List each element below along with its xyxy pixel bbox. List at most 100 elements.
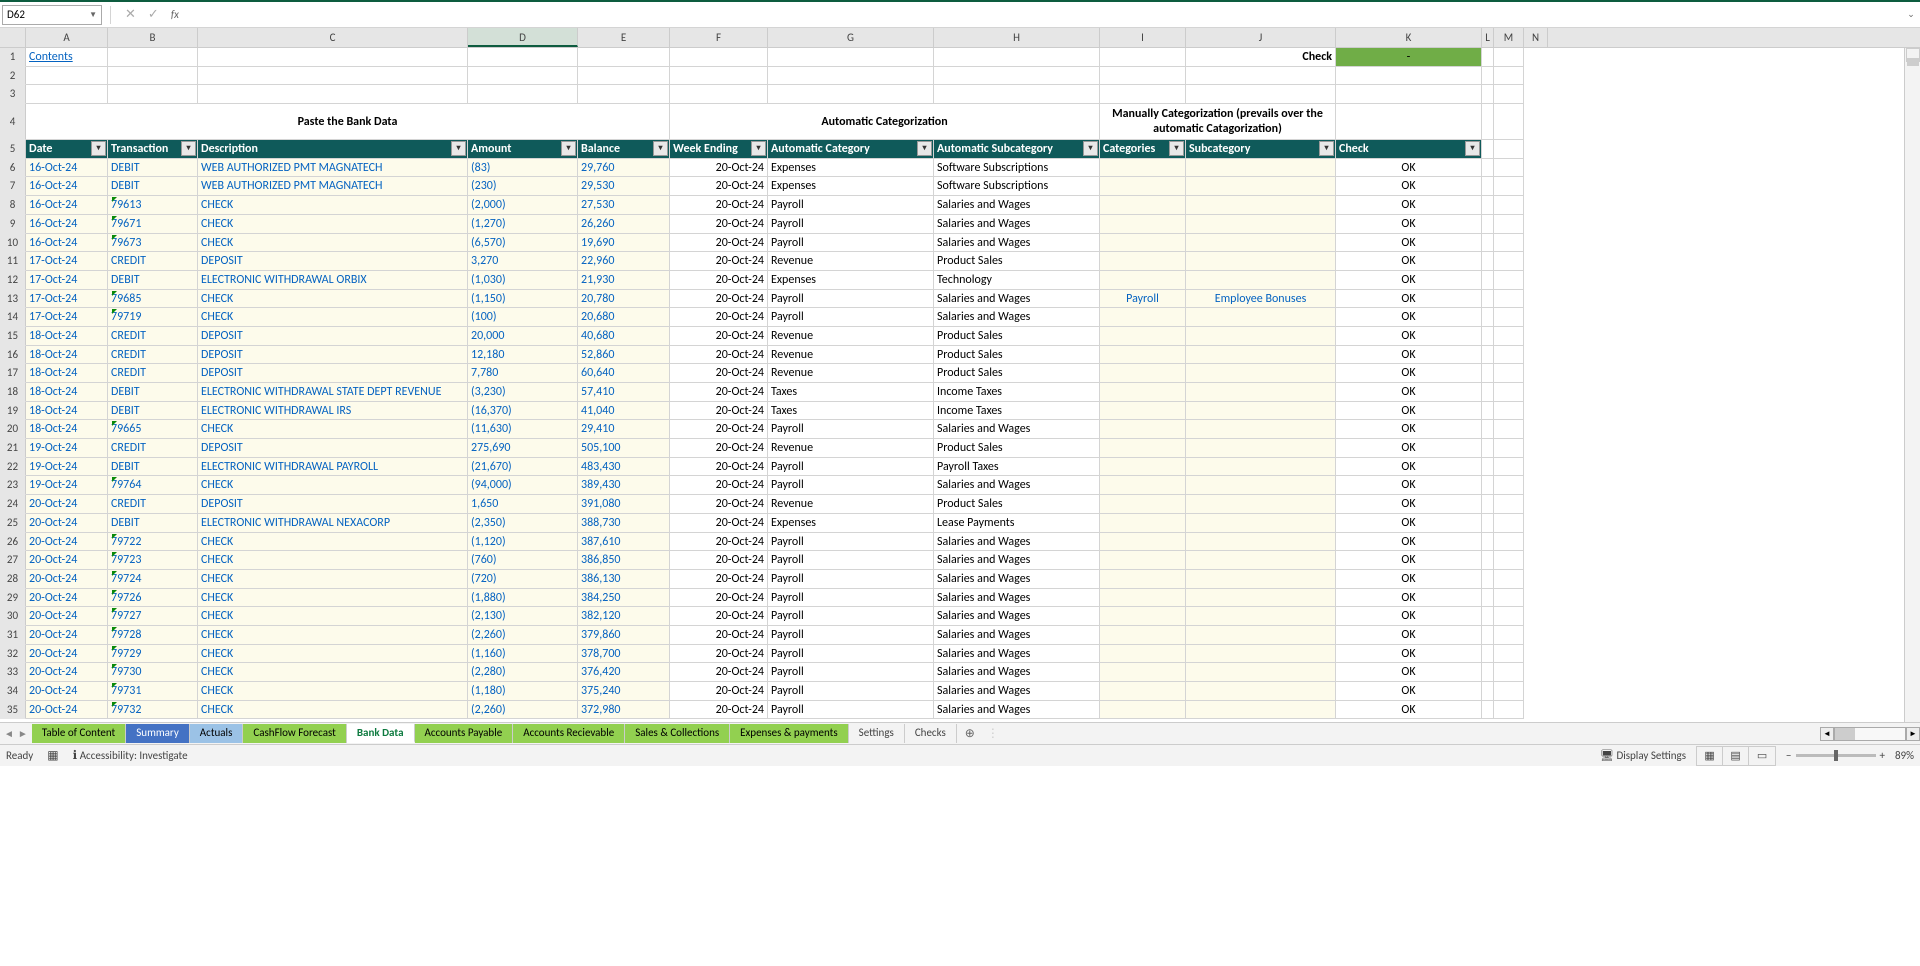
cell-man-sub[interactable] [1186,589,1336,608]
row-header[interactable]: 22 [0,458,26,477]
cell-date[interactable]: 16-Oct-24 [26,196,108,215]
cell-check[interactable]: OK [1336,551,1482,570]
cell-date[interactable]: 20-Oct-24 [26,663,108,682]
cell-check[interactable]: OK [1336,495,1482,514]
cell-man-cat[interactable] [1100,327,1186,346]
cell-desc[interactable]: CHECK [198,589,468,608]
cell-amount[interactable]: 1,650 [468,495,578,514]
cell-man-sub[interactable] [1186,663,1336,682]
filter-icon[interactable]: ▾ [561,141,576,156]
cell-man-cat[interactable] [1100,271,1186,290]
filter-icon[interactable]: ▾ [1083,141,1098,156]
cell[interactable] [1494,570,1524,589]
hscroll-track[interactable] [1834,727,1906,741]
cell-amount[interactable]: (2,280) [468,663,578,682]
cell-man-cat[interactable] [1100,663,1186,682]
cell-balance[interactable]: 387,610 [578,533,670,552]
cell-man-cat[interactable] [1100,234,1186,253]
cell-check[interactable]: OK [1336,196,1482,215]
cell-man-sub[interactable] [1186,177,1336,196]
cell-man-cat[interactable] [1100,607,1186,626]
cell[interactable] [1100,85,1186,104]
cell[interactable] [1494,346,1524,365]
cell-txn[interactable]: 79728 [108,626,198,645]
cell-auto-sub[interactable]: Salaries and Wages [934,645,1100,664]
column-header-F[interactable]: F [670,28,768,47]
cell[interactable] [1482,514,1494,533]
cell-check[interactable]: OK [1336,682,1482,701]
cell-date[interactable]: 20-Oct-24 [26,626,108,645]
cell-auto-sub[interactable]: Salaries and Wages [934,234,1100,253]
hscroll-thumb[interactable] [1835,728,1855,740]
cell-txn[interactable]: 79665 [108,420,198,439]
cell-week[interactable]: 20-Oct-24 [670,215,768,234]
cell-man-cat[interactable] [1100,645,1186,664]
cell[interactable] [1482,682,1494,701]
cell[interactable] [578,67,670,86]
cell[interactable] [1494,420,1524,439]
cell-auto-sub[interactable]: Salaries and Wages [934,663,1100,682]
cell-txn[interactable]: 79726 [108,589,198,608]
name-box[interactable]: D62 ▼ [2,5,102,25]
cell[interactable] [1482,327,1494,346]
cell-txn[interactable]: 79722 [108,533,198,552]
cell-week[interactable]: 20-Oct-24 [670,159,768,178]
cell-auto-cat[interactable]: Expenses [768,177,934,196]
cell-auto-cat[interactable]: Payroll [768,645,934,664]
row-header[interactable]: 12 [0,271,26,290]
cell[interactable] [1494,85,1524,104]
cell-auto-sub[interactable]: Salaries and Wages [934,607,1100,626]
column-header-N[interactable]: N [1524,28,1548,47]
cell-auto-cat[interactable]: Payroll [768,533,934,552]
column-header-H[interactable]: H [934,28,1100,47]
macro-icon[interactable]: ▦ [47,748,58,763]
row-header[interactable]: 2 [0,67,26,86]
cell-auto-cat[interactable]: Payroll [768,458,934,477]
cell-date[interactable]: 20-Oct-24 [26,514,108,533]
cell-auto-cat[interactable]: Payroll [768,196,934,215]
sheet-tab-cashflow-forecast[interactable]: CashFlow Forecast [243,724,346,743]
cell[interactable] [1482,663,1494,682]
cell-auto-cat[interactable]: Revenue [768,364,934,383]
column-header-M[interactable]: M [1494,28,1524,47]
header-categories[interactable]: Categories▾ [1100,140,1186,159]
cell[interactable] [1494,607,1524,626]
cell-amount[interactable]: (100) [468,308,578,327]
cell-man-sub[interactable] [1186,551,1336,570]
cell-txn[interactable]: 79730 [108,663,198,682]
sheet-tab-checks[interactable]: Checks [905,724,957,743]
cell-man-cat[interactable] [1100,177,1186,196]
cell-amount[interactable]: (760) [468,551,578,570]
cell[interactable] [1482,383,1494,402]
cell-auto-cat[interactable]: Expenses [768,159,934,178]
sheet-tab-bank-data[interactable]: Bank Data [347,724,415,743]
filter-icon[interactable]: ▾ [917,141,932,156]
cell-date[interactable]: 20-Oct-24 [26,551,108,570]
cell-man-sub[interactable] [1186,159,1336,178]
cell[interactable] [1494,439,1524,458]
cell-date[interactable]: 19-Oct-24 [26,476,108,495]
row-header[interactable]: 1 [0,48,26,67]
cell-man-cat[interactable] [1100,402,1186,421]
header-subcategory[interactable]: Subcategory▾ [1186,140,1336,159]
cell-auto-cat[interactable]: Payroll [768,476,934,495]
tab-next-icon[interactable]: ► [18,727,28,740]
cell-desc[interactable]: CHECK [198,533,468,552]
cell-man-cat[interactable]: Payroll [1100,290,1186,309]
cell-week[interactable]: 20-Oct-24 [670,177,768,196]
zoom-track[interactable] [1796,754,1876,757]
cell-week[interactable]: 20-Oct-24 [670,514,768,533]
cell-amount[interactable]: (1,120) [468,533,578,552]
cell-man-cat[interactable] [1100,458,1186,477]
cell-txn[interactable]: CREDIT [108,364,198,383]
cell-check[interactable]: OK [1336,533,1482,552]
cell-check[interactable]: OK [1336,215,1482,234]
cell-amount[interactable]: (2,130) [468,607,578,626]
row-header[interactable]: 15 [0,327,26,346]
cell-man-cat[interactable] [1100,383,1186,402]
row-header[interactable]: 21 [0,439,26,458]
cell-desc[interactable]: ELECTRONIC WITHDRAWAL NEXACORP [198,514,468,533]
cell-desc[interactable]: CHECK [198,290,468,309]
sheet-tab-accounts-payable[interactable]: Accounts Payable [415,724,514,743]
cell[interactable] [1336,104,1482,140]
